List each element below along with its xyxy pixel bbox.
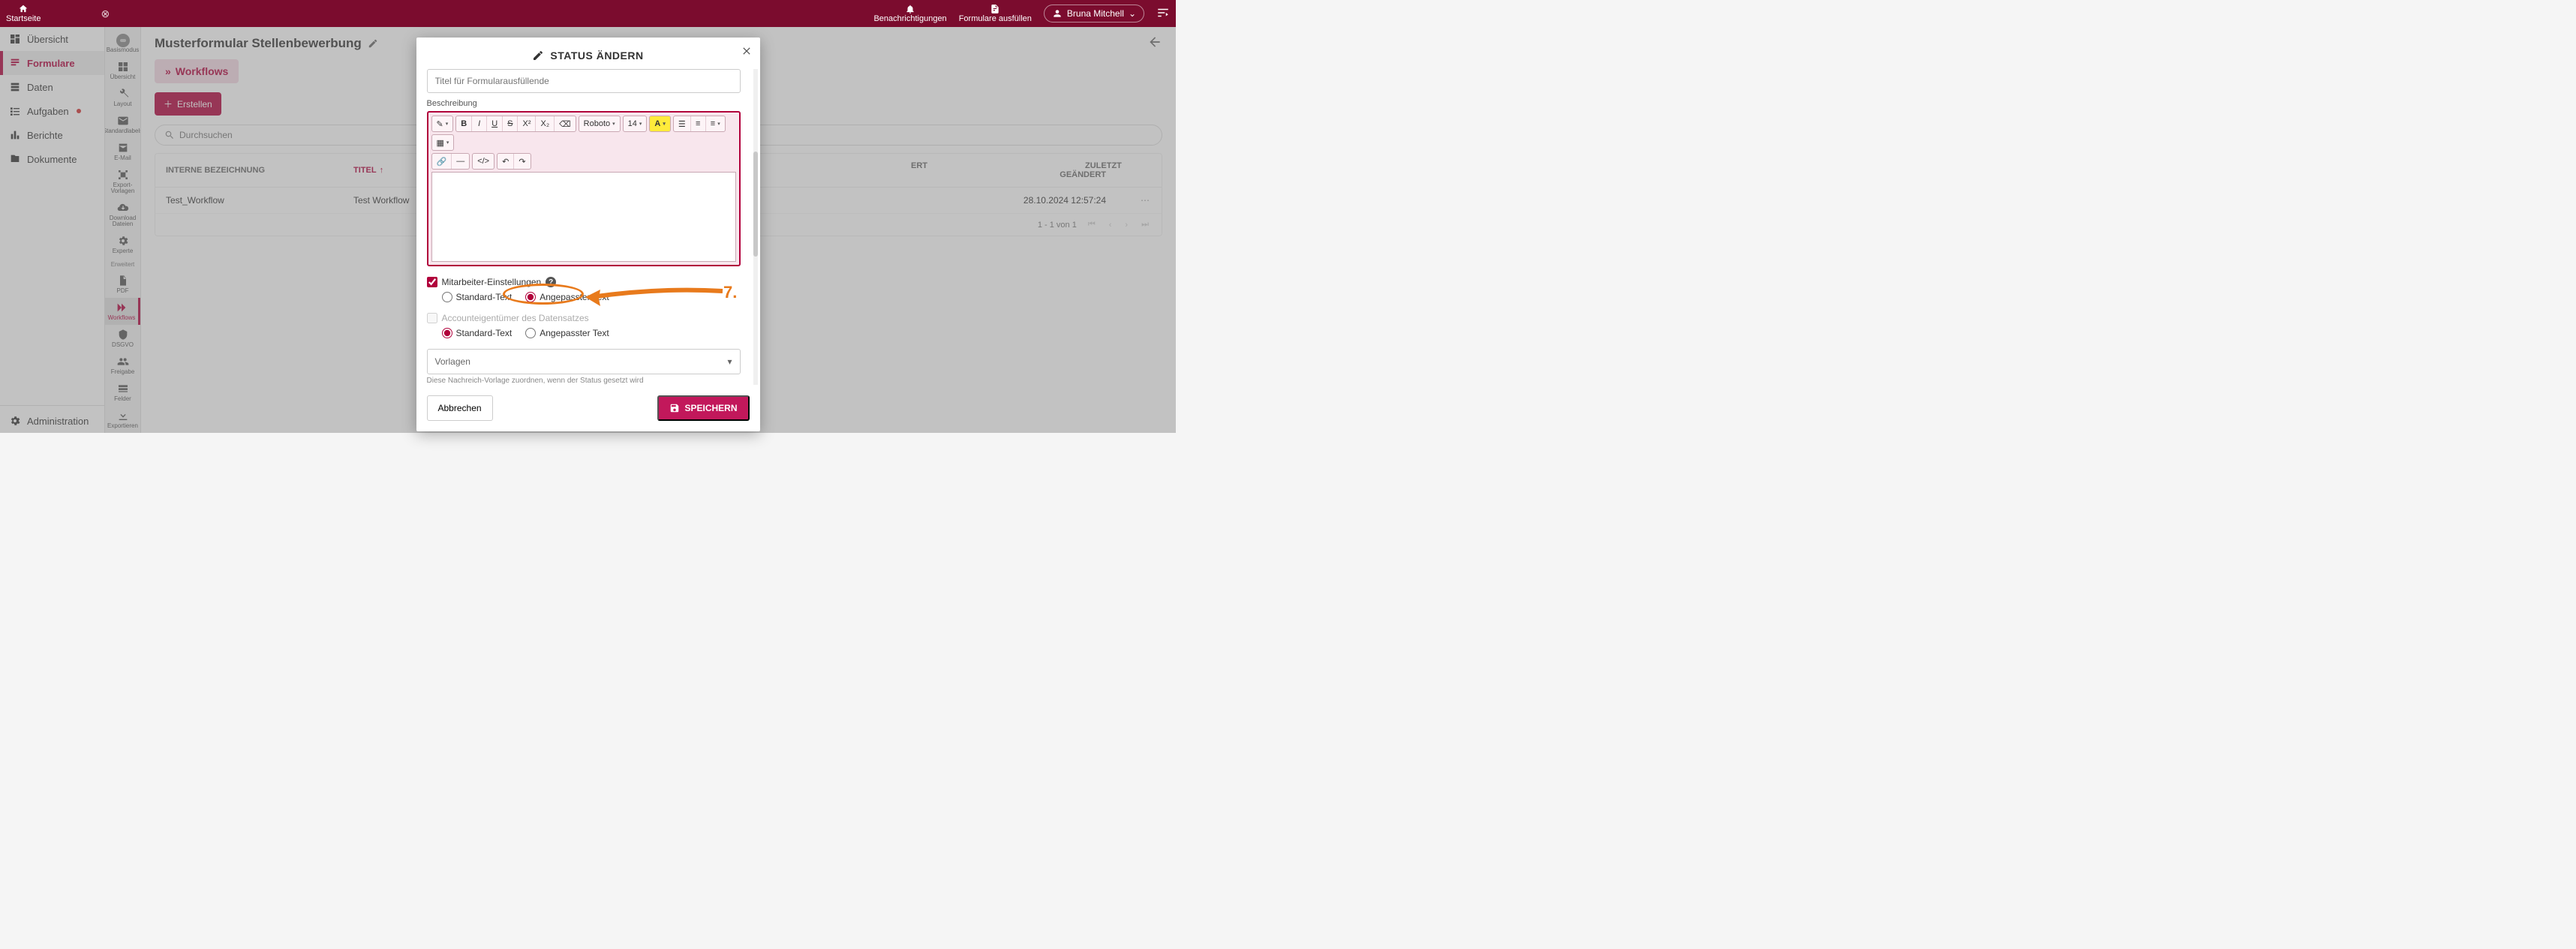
fill-forms-label: Formulare ausfüllen (959, 14, 1032, 23)
chevron-down-icon: ⌄ (1129, 8, 1136, 19)
rte-undo[interactable]: ↶ (497, 154, 514, 169)
accountowner-checkbox (427, 313, 437, 323)
rte-hr[interactable]: — (452, 154, 469, 169)
radio-angepasst-2[interactable] (525, 328, 536, 338)
radio-standard-1[interactable] (442, 292, 452, 302)
rte-underline[interactable]: U (487, 116, 503, 131)
notifications-button[interactable]: Benachrichtigungen (873, 4, 946, 23)
notifications-label: Benachrichtigungen (873, 14, 946, 23)
modal-scrollbar[interactable] (753, 69, 758, 385)
rte-format-icon[interactable]: ✎ (432, 116, 453, 131)
description-label: Beschreibung (427, 99, 741, 108)
rte-clear[interactable]: ⌫ (555, 116, 576, 131)
rte-textcolor[interactable]: A (650, 116, 669, 131)
rte-code[interactable]: </> (473, 154, 494, 169)
rte-font[interactable]: Roboto (579, 116, 620, 131)
annotation-circle (503, 284, 584, 305)
rte-redo[interactable]: ↷ (514, 154, 530, 169)
rte-table[interactable]: ▦ (432, 135, 454, 150)
rte-subscript[interactable]: X₂ (536, 116, 555, 131)
save-button[interactable]: SPEICHERN (657, 395, 749, 421)
modal-close-button[interactable] (741, 45, 753, 59)
rte-strike[interactable]: S (503, 116, 518, 131)
rte-ol[interactable]: ≡ (691, 116, 706, 131)
annotation-arrow (584, 284, 726, 306)
topbar: Startseite ⊗ Benachrichtigungen Formular… (0, 0, 1176, 27)
rte-align[interactable]: ≡ (706, 116, 725, 131)
nav-home-label: Startseite (6, 14, 41, 23)
edit-icon (532, 50, 544, 62)
rte-size[interactable]: 14 (624, 116, 647, 131)
tab-close-icon[interactable]: ⊗ (101, 8, 110, 20)
topbar-settings-icon[interactable] (1156, 6, 1170, 22)
user-name: Bruna Mitchell (1067, 8, 1124, 19)
rich-text-editor: ✎ B I U S X² X₂ ⌫ Roboto 14 A ☰ (427, 111, 741, 266)
vorlagen-select[interactable]: Vorlagen ▾ (427, 349, 741, 374)
chevron-down-icon: ▾ (727, 356, 732, 367)
vorlagen-helptext: Diese Nachreich-Vorlage zuordnen, wenn d… (427, 377, 741, 385)
accountowner-label: Accounteigentümer des Datensatzes (442, 313, 589, 323)
cancel-button[interactable]: Abbrechen (427, 395, 493, 421)
mitarbeiter-checkbox[interactable] (427, 277, 437, 287)
title-input[interactable] (427, 69, 741, 93)
user-menu[interactable]: Bruna Mitchell ⌄ (1044, 5, 1144, 23)
status-modal: STATUS ÄNDERN Beschreibung ✎ B I U S X² … (416, 38, 760, 431)
radio-standard-2[interactable] (442, 328, 452, 338)
nav-home[interactable]: Startseite (6, 4, 41, 23)
rte-content[interactable] (431, 172, 736, 262)
rte-superscript[interactable]: X² (518, 116, 536, 131)
rte-link[interactable]: 🔗 (432, 154, 452, 169)
rte-italic[interactable]: I (472, 116, 487, 131)
fill-forms-button[interactable]: Formulare ausfüllen (959, 4, 1032, 23)
rte-bold[interactable]: B (456, 116, 472, 131)
annotation-label: 7. (723, 283, 737, 302)
rte-ul[interactable]: ☰ (674, 116, 691, 131)
modal-title: STATUS ÄNDERN (416, 38, 760, 69)
